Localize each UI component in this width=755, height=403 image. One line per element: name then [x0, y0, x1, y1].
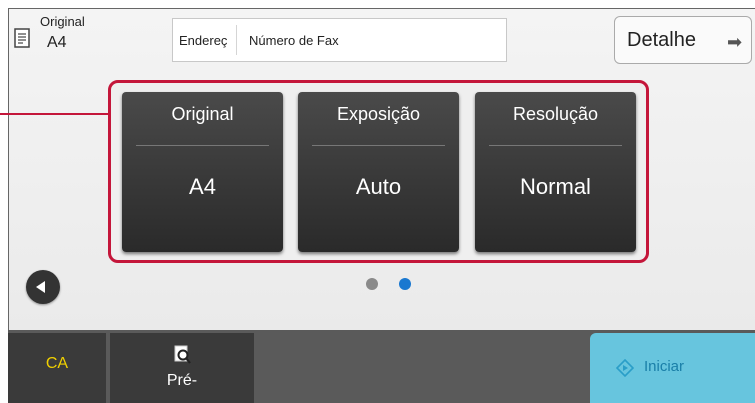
- page-dot-1[interactable]: [366, 278, 378, 290]
- detail-label: Detalhe: [627, 29, 696, 51]
- start-icon: [616, 359, 634, 377]
- exposure-setting-card[interactable]: Exposição Auto: [298, 92, 459, 252]
- original-size-indicator[interactable]: Original A4: [14, 14, 104, 54]
- address-label: Endereç: [179, 33, 228, 48]
- address-field[interactable]: Endereç Número de Fax: [172, 18, 507, 62]
- card-title: Exposição: [336, 104, 421, 124]
- start-label: Iniciar: [644, 358, 685, 375]
- original-setting-card[interactable]: Original A4: [122, 92, 283, 252]
- ca-label: CA: [45, 355, 69, 372]
- original-size: A4: [47, 34, 67, 51]
- card-divider: [312, 145, 445, 146]
- card-value: A4: [189, 174, 216, 199]
- document-icon: [14, 28, 30, 48]
- card-title: Resolução: [512, 104, 599, 124]
- fax-number-value: Número de Fax: [249, 33, 339, 48]
- card-divider: [489, 145, 622, 146]
- address-divider: [236, 25, 237, 55]
- preview-button[interactable]: Pré-: [110, 333, 254, 403]
- card-title: Original: [171, 104, 234, 124]
- card-divider: [136, 145, 269, 146]
- preview-icon: [174, 345, 191, 364]
- ca-button[interactable]: CA: [8, 333, 106, 403]
- callout-line: [0, 113, 112, 115]
- preview-label: Pré-: [166, 372, 198, 389]
- back-arrow-icon[interactable]: [26, 270, 60, 304]
- resolution-setting-card[interactable]: Resolução Normal: [475, 92, 636, 252]
- detail-button[interactable]: Detalhe ➡: [614, 16, 752, 64]
- start-button[interactable]: Iniciar: [590, 333, 755, 403]
- card-value: Auto: [355, 174, 402, 199]
- page-dot-2[interactable]: [399, 278, 411, 290]
- original-label: Original: [40, 14, 85, 29]
- arrow-right-icon: ➡: [727, 32, 743, 52]
- card-value: Normal: [520, 174, 591, 199]
